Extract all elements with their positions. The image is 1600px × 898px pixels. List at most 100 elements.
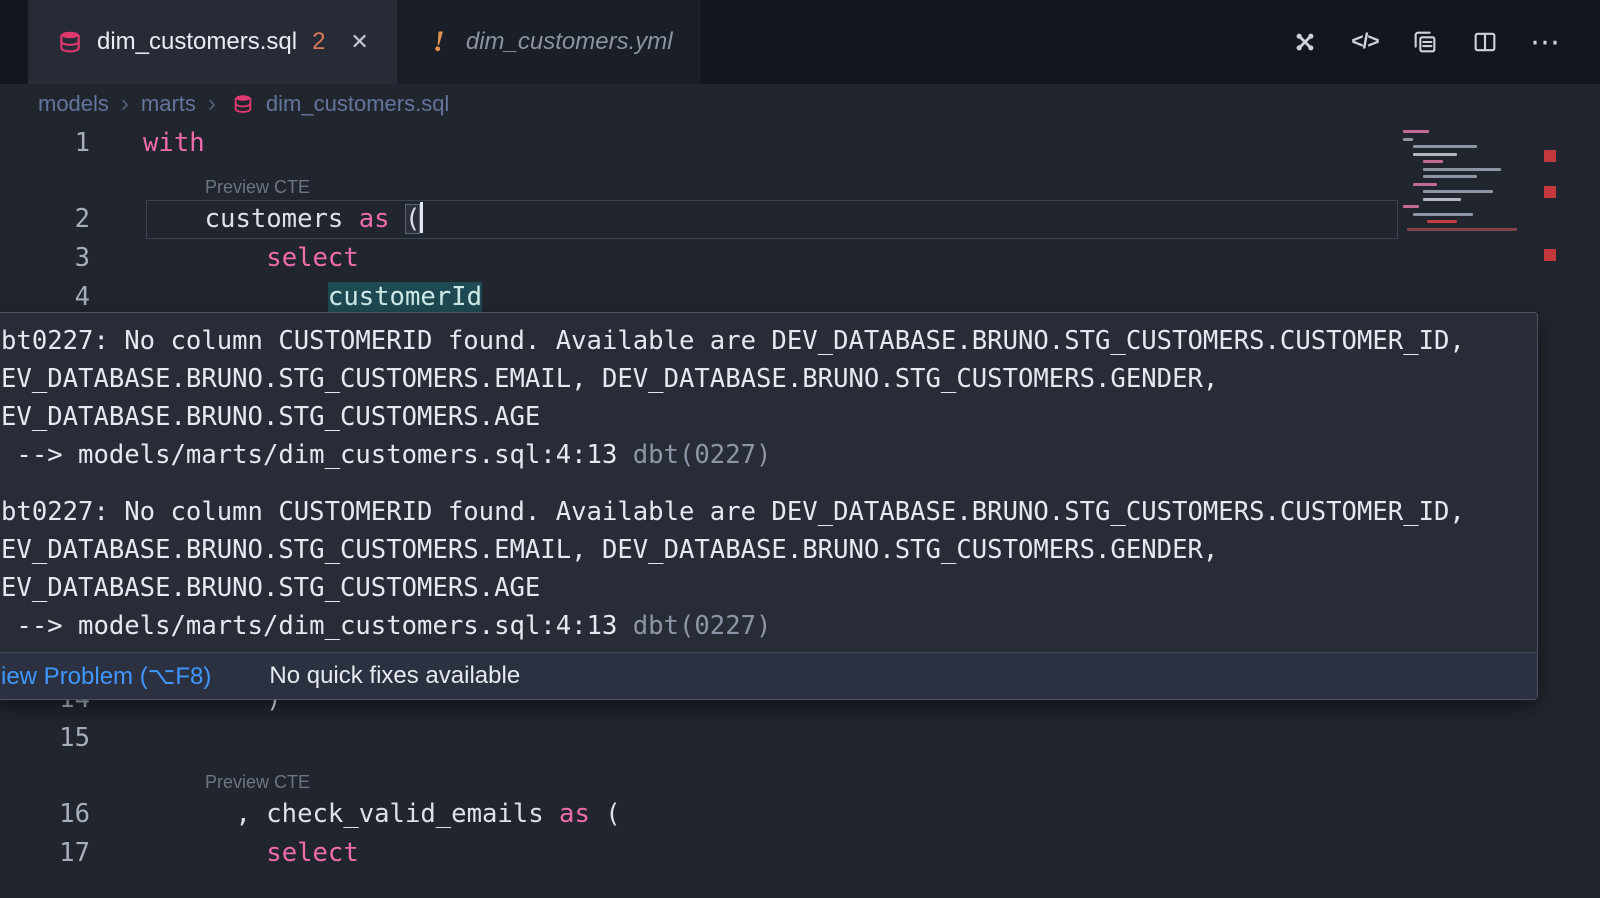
code-area-top: 1withPreview CTE2 customers as (3 select… <box>0 124 1600 317</box>
code-preview-icon[interactable]: </> <box>1348 25 1382 59</box>
tab-title: dim_customers.sql <box>97 28 297 56</box>
line-number[interactable]: 17 <box>0 834 90 873</box>
minimap-line <box>1413 153 1457 156</box>
code-area-bottom: 14 )15Preview CTE16 , check_valid_emails… <box>0 680 1600 873</box>
code-token: with <box>143 128 205 158</box>
copy-table-icon[interactable] <box>1408 25 1442 59</box>
breadcrumb-item-models[interactable]: models <box>38 91 109 117</box>
codelens-preview-cte[interactable]: Preview CTE <box>205 771 310 793</box>
diagnostic-text-line: EV_DATABASE.BRUNO.STG_CUSTOMERS.AGE <box>1 398 1537 436</box>
minimap[interactable] <box>1403 130 1537 231</box>
minimap-line <box>1423 160 1443 163</box>
minimap-line <box>1423 175 1477 178</box>
chevron-right-icon: › <box>121 90 129 118</box>
diagnostics-list: bt0227: No column CUSTOMERID found. Avai… <box>0 313 1537 645</box>
tab-bar: dim_customers.sql 2 ✕ ! dim_customers.ym… <box>0 0 1600 84</box>
code-token: select <box>266 838 358 868</box>
code-text: customers as ( <box>143 200 423 239</box>
diagnostic-text-line: EV_DATABASE.BRUNO.STG_CUSTOMERS.EMAIL, D… <box>1 531 1537 569</box>
code-token: as <box>359 204 390 234</box>
minimap-line <box>1403 205 1419 208</box>
diagnostic-message: bt0227: No column CUSTOMERID found. Avai… <box>1 493 1537 645</box>
problem-count-badge: 2 <box>312 28 325 56</box>
code-token <box>143 243 266 273</box>
diagnostic-location: --> models/marts/dim_customers.sql:4:13 … <box>1 436 1537 474</box>
text-cursor <box>420 202 423 233</box>
tab-title: dim_customers.yml <box>466 28 673 56</box>
error-mark <box>1544 150 1556 162</box>
code-token <box>143 204 205 234</box>
diagnostic-location: --> models/marts/dim_customers.sql:4:13 … <box>1 607 1537 645</box>
line-number[interactable]: 3 <box>0 239 90 278</box>
code-text: , check_valid_emails as ( <box>143 795 621 834</box>
breadcrumb-item-file[interactable]: dim_customers.sql <box>266 91 449 117</box>
breadcrumb: models › marts › dim_customers.sql <box>0 84 1600 124</box>
code-token <box>390 204 405 234</box>
line-number[interactable]: 15 <box>0 719 90 758</box>
hover-action-bar: iew Problem (⌥F8) No quick fixes availab… <box>0 652 1537 699</box>
diagnostic-message: bt0227: No column CUSTOMERID found. Avai… <box>1 322 1537 474</box>
jack-icon[interactable] <box>1288 25 1322 59</box>
minimap-line <box>1423 168 1501 171</box>
diagnostic-text-line: bt0227: No column CUSTOMERID found. Avai… <box>1 322 1537 360</box>
diagnostic-text-line: EV_DATABASE.BRUNO.STG_CUSTOMERS.AGE <box>1 569 1537 607</box>
minimap-line <box>1403 138 1413 141</box>
breadcrumb-item-marts[interactable]: marts <box>141 91 196 117</box>
codelens-row: Preview CTE <box>0 163 1600 200</box>
minimap-line <box>1413 145 1477 148</box>
database-icon <box>56 28 84 56</box>
code-line-3[interactable]: 3 select <box>0 239 1600 278</box>
diagnostic-source: dbt(0227) <box>617 611 771 641</box>
editor-window: dim_customers.sql 2 ✕ ! dim_customers.ym… <box>0 0 1600 898</box>
code-text: with <box>143 124 205 163</box>
code-line-17[interactable]: 17 select <box>0 834 1600 873</box>
code-line-16[interactable]: 16 , check_valid_emails as ( <box>0 795 1600 834</box>
error-token-customerid: customerId <box>328 282 482 312</box>
chevron-right-icon: › <box>208 90 216 118</box>
code-token <box>143 838 266 868</box>
diagnostic-text-line: EV_DATABASE.BRUNO.STG_CUSTOMERS.EMAIL, D… <box>1 360 1537 398</box>
codelens-preview-cte[interactable]: Preview CTE <box>205 176 310 198</box>
code-token: ( <box>590 799 621 829</box>
diagnostic-location-path: --> models/marts/dim_customers.sql:4:13 <box>1 440 617 470</box>
code-token: , check_valid_emails <box>235 799 559 829</box>
close-icon[interactable]: ✕ <box>350 29 368 55</box>
view-problem-link[interactable]: iew Problem (⌥F8) <box>1 662 211 691</box>
code-token: select <box>266 243 358 273</box>
minimap-line <box>1413 183 1437 186</box>
split-editor-icon[interactable] <box>1468 25 1502 59</box>
warning-icon: ! <box>425 28 453 56</box>
diagnostic-text-line: bt0227: No column CUSTOMERID found. Avai… <box>1 493 1537 531</box>
tab-dim-customers-sql[interactable]: dim_customers.sql 2 ✕ <box>28 0 397 84</box>
line-number[interactable]: 1 <box>0 124 90 163</box>
code-token: customers <box>205 204 359 234</box>
problem-hover: bt0227: No column CUSTOMERID found. Avai… <box>0 312 1538 700</box>
line-number[interactable]: 2 <box>0 200 90 239</box>
editor-toolbar: </> ⋯ <box>1288 0 1600 84</box>
tab-dim-customers-yml[interactable]: ! dim_customers.yml <box>397 0 702 84</box>
code-token: ( <box>405 204 420 234</box>
code-line-1[interactable]: 1 with <box>0 124 1600 163</box>
diagnostic-location-path: --> models/marts/dim_customers.sql:4:13 <box>1 611 617 641</box>
more-actions-icon[interactable]: ⋯ <box>1528 25 1562 59</box>
line-number[interactable]: 16 <box>0 795 90 834</box>
code-token <box>143 282 328 312</box>
minimap-line <box>1413 213 1473 216</box>
database-icon <box>232 93 254 115</box>
codelens-row: Preview CTE <box>0 758 1600 795</box>
diagnostic-source: dbt(0227) <box>617 440 771 470</box>
no-quick-fixes-label: No quick fixes available <box>269 662 520 690</box>
error-mark <box>1544 186 1556 198</box>
code-line-2[interactable]: 2 customers as ( <box>0 200 1600 239</box>
minimap-line <box>1407 228 1517 231</box>
code-token: as <box>559 799 590 829</box>
code-line-15[interactable]: 15 <box>0 719 1600 758</box>
error-mark <box>1544 249 1556 261</box>
code-text: select <box>143 834 359 873</box>
minimap-line <box>1423 190 1493 193</box>
minimap-line <box>1427 220 1457 223</box>
minimap-line <box>1403 130 1429 133</box>
code-editor[interactable]: 1withPreview CTE2 customers as (3 select… <box>0 124 1600 898</box>
code-text: select <box>143 239 359 278</box>
minimap-line <box>1423 198 1461 201</box>
